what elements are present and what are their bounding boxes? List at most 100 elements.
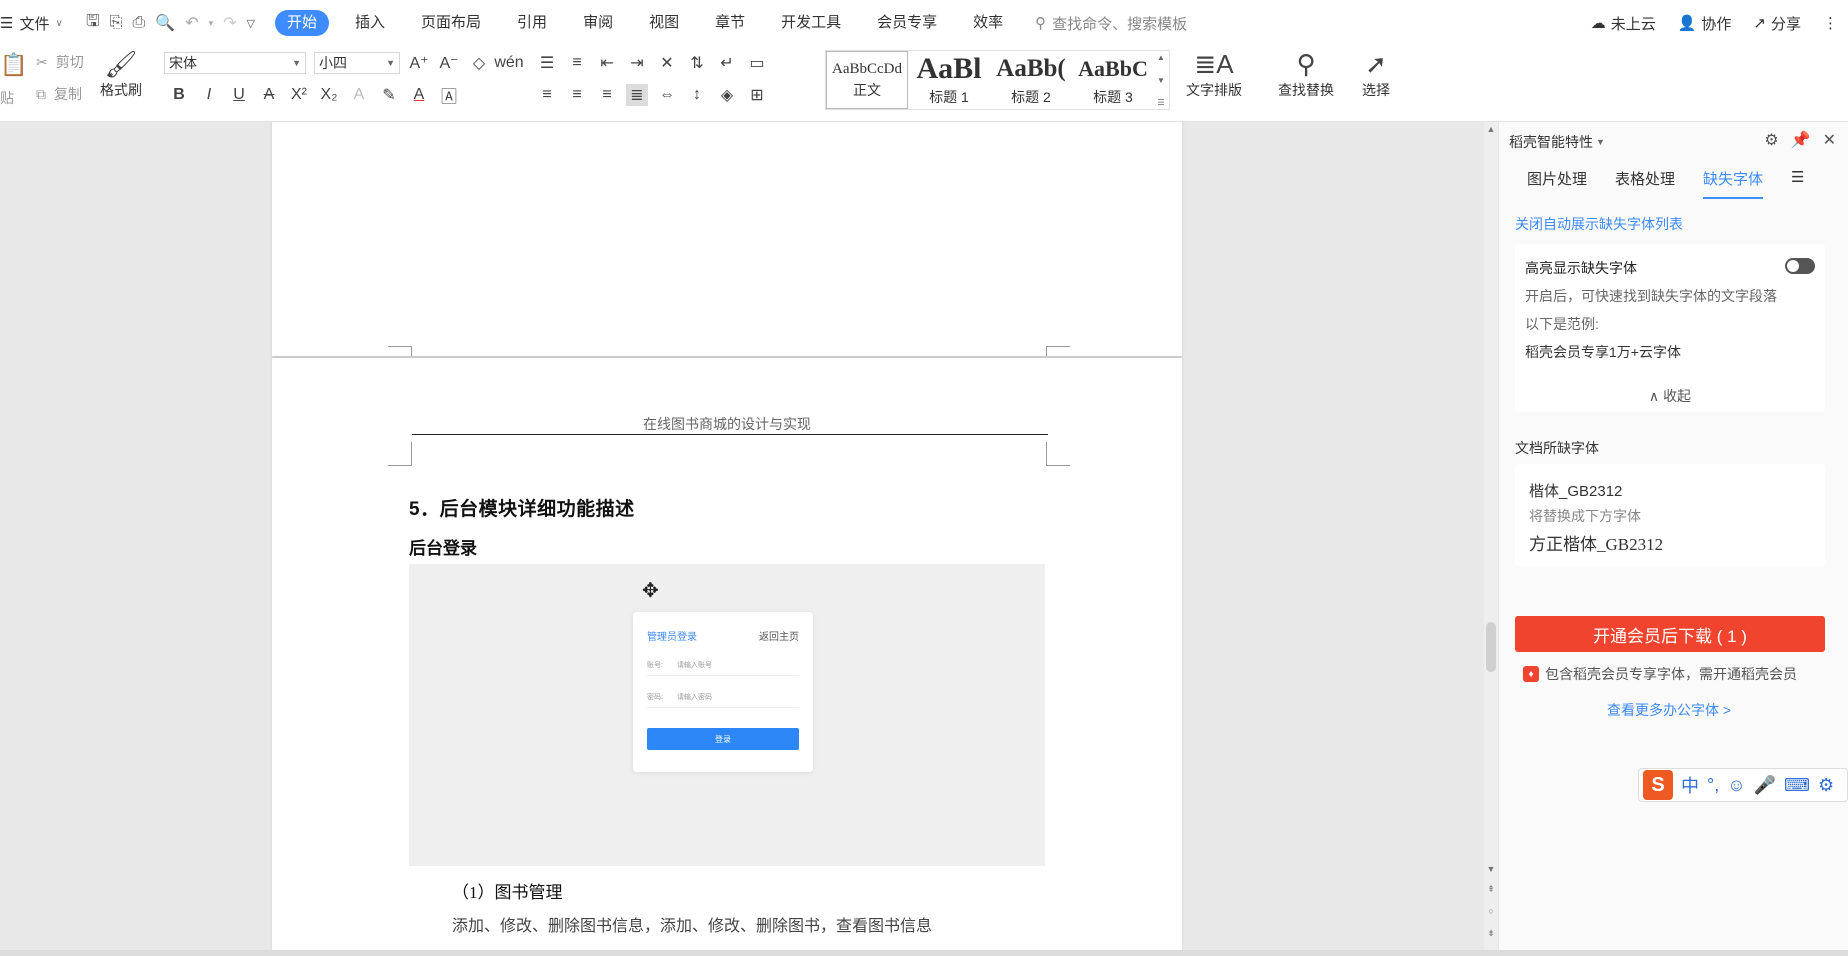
print-preview-icon[interactable]: 🔍 [155, 13, 175, 33]
tab-efficiency[interactable]: 效率 [955, 10, 1021, 36]
text-layout-button[interactable]: ≣A 文字排版 [1186, 48, 1242, 100]
cut-button[interactable]: ✂ 剪切 [36, 52, 84, 72]
redo-icon[interactable]: ↷ [223, 13, 236, 33]
shrink-font-icon[interactable]: A⁻ [438, 52, 460, 74]
emoji-icon[interactable]: ☺ [1727, 775, 1745, 796]
tab-member[interactable]: 会员专享 [859, 10, 955, 36]
tab-developer[interactable]: 开发工具 [763, 10, 859, 36]
tab-insert[interactable]: 插入 [337, 10, 403, 36]
punctuation-icon[interactable]: °, [1707, 775, 1719, 796]
shading-icon[interactable]: ◈ [716, 84, 738, 106]
scroll-thumb[interactable] [1486, 622, 1496, 672]
settings-icon[interactable]: ⚙ [1818, 775, 1834, 796]
export-icon[interactable]: ⎘ [110, 14, 123, 32]
ruler-icon[interactable]: ▭ [746, 52, 768, 74]
italic-icon[interactable]: I [198, 84, 220, 106]
menu-icon[interactable]: ☰ [1791, 168, 1804, 189]
distribute-icon[interactable]: ⇔ [656, 84, 678, 106]
pin-icon[interactable]: 📌 [1791, 130, 1811, 150]
more-menu-icon[interactable]: ⋮ [1823, 14, 1838, 32]
paste-label[interactable]: 贴 [0, 88, 14, 108]
select-button[interactable]: ➚ 选择 [1362, 48, 1390, 100]
tab-view[interactable]: 视图 [631, 10, 697, 36]
bold-icon[interactable]: B [168, 84, 190, 106]
subscript-icon[interactable]: X₂ [318, 84, 340, 106]
sogou-logo[interactable]: S [1643, 770, 1673, 800]
styles-scroll[interactable]: ▲ ▼ ☰ [1154, 51, 1168, 109]
borders-icon[interactable]: ⊞ [746, 84, 768, 106]
download-after-membership-button[interactable]: 开通会员后下载 ( 1 ) [1515, 616, 1825, 652]
text-effect-icon[interactable]: A [348, 84, 370, 106]
tab-image-processing[interactable]: 图片处理 [1527, 168, 1587, 189]
style-label: 正文 [853, 81, 881, 98]
chinese-layout-icon[interactable]: ✕ [656, 52, 678, 74]
phonetic-guide-icon[interactable]: wén [494, 52, 523, 74]
customize-toolbar-icon[interactable]: ▽ [247, 17, 255, 30]
style-heading-1[interactable]: AaBl 标题 1 [908, 51, 990, 109]
gear-icon[interactable]: ⚙ [1764, 130, 1778, 150]
undo-dropdown-icon[interactable]: ▾ [209, 18, 214, 29]
undo-icon[interactable]: ↶ [185, 13, 198, 33]
document-canvas[interactable]: 在线图书商城的设计与实现 5．后台模块详细功能描述 后台登录 管理员登录 返回主… [0, 122, 1484, 956]
grow-font-icon[interactable]: A⁺ [408, 52, 430, 74]
highlight-toggle[interactable] [1785, 258, 1815, 274]
align-right-icon[interactable]: ≡ [596, 84, 618, 106]
vertical-scrollbar[interactable]: ▲ ▼ ⇞ ○ ⇟ [1484, 122, 1498, 956]
prev-page-icon[interactable]: ⇞ [1484, 884, 1498, 895]
cloud-status-button[interactable]: ☁ 未上云 [1591, 13, 1656, 34]
font-color-icon[interactable]: A [408, 84, 430, 106]
strikethrough-icon[interactable]: A [258, 84, 280, 106]
more-fonts-link[interactable]: 查看更多办公字体 > [1499, 700, 1839, 720]
increase-indent-icon[interactable]: ⇥ [626, 52, 648, 74]
char-border-icon[interactable]: 🄰 [438, 84, 460, 106]
justify-icon[interactable]: ≣ [626, 84, 648, 106]
share-button[interactable]: ↗ 分享 [1753, 13, 1801, 34]
style-heading-2[interactable]: AaBb( 标题 2 [990, 51, 1072, 109]
save-icon[interactable]: 🖫 [86, 10, 100, 37]
numbered-list-icon[interactable]: ≡ [566, 52, 588, 74]
bullet-list-icon[interactable]: ☰ [536, 52, 558, 74]
align-center-icon[interactable]: ≡ [566, 84, 588, 106]
scroll-up-icon[interactable]: ▲ [1484, 124, 1498, 134]
copy-button[interactable]: ⧉ 复制 [36, 84, 82, 104]
select-browse-object-icon[interactable]: ○ [1484, 906, 1498, 916]
find-replace-button[interactable]: ⚲ 查找替换 [1278, 48, 1334, 100]
show-marks-icon[interactable]: ↵ [716, 52, 738, 74]
font-size-select[interactable]: 小四 ▼ [314, 52, 400, 74]
tab-missing-fonts[interactable]: 缺失字体 [1703, 168, 1764, 199]
tab-review[interactable]: 审阅 [565, 10, 631, 36]
close-icon[interactable]: ✕ [1823, 130, 1836, 150]
panel-title[interactable]: 稻壳智能特性 [1509, 132, 1593, 152]
sort-icon[interactable]: ⇅ [686, 52, 708, 74]
tab-home[interactable]: 开始 [275, 10, 330, 36]
close-auto-show-link[interactable]: 关闭自动展示缺失字体列表 [1515, 214, 1683, 234]
login-screenshot-image[interactable]: 管理员登录 返回主页 账号: 请输入账号 密码: 请输入密码 登录 [409, 564, 1045, 866]
format-painter-button[interactable]: 🖌 格式刷 [100, 48, 142, 100]
print-icon[interactable]: ⎙ [132, 14, 145, 32]
collaborate-button[interactable]: 👤 协作 [1678, 13, 1732, 34]
style-heading-3[interactable]: AaBbC 标题 3 [1072, 51, 1154, 109]
tab-table-processing[interactable]: 表格处理 [1615, 168, 1675, 189]
clear-format-icon[interactable]: ◇ [468, 52, 490, 74]
font-name-select[interactable]: 宋体 ▼ [164, 52, 306, 74]
underline-icon[interactable]: U [228, 84, 250, 106]
decrease-indent-icon[interactable]: ⇤ [596, 52, 618, 74]
command-search[interactable]: ⚲ 查找命令、搜索模板 [1035, 13, 1187, 34]
next-page-icon[interactable]: ⇟ [1484, 928, 1498, 939]
microphone-icon[interactable]: 🎤 [1754, 775, 1776, 796]
scroll-down-icon[interactable]: ▼ [1484, 864, 1498, 874]
password-field: 密码: 请输入密码 [647, 692, 799, 708]
ime-mode-toggle[interactable]: 中 [1681, 772, 1699, 798]
keyboard-icon[interactable]: ⌨ [1784, 775, 1810, 796]
tab-chapter[interactable]: 章节 [697, 10, 763, 36]
align-left-icon[interactable]: ≡ [536, 84, 558, 106]
style-normal[interactable]: AaBbCcDd 正文 [826, 51, 908, 109]
superscript-icon[interactable]: X² [288, 84, 310, 106]
paste-icon[interactable]: 📋 [0, 52, 27, 78]
line-spacing-icon[interactable]: ↕ [686, 84, 708, 106]
tab-page-layout[interactable]: 页面布局 [403, 10, 499, 36]
file-menu[interactable]: ☰ 文件 ∨ [0, 13, 72, 34]
highlight-icon[interactable]: ✎ [378, 84, 400, 106]
collapse-button[interactable]: ∧ 收起 [1515, 386, 1825, 406]
tab-references[interactable]: 引用 [499, 10, 565, 36]
